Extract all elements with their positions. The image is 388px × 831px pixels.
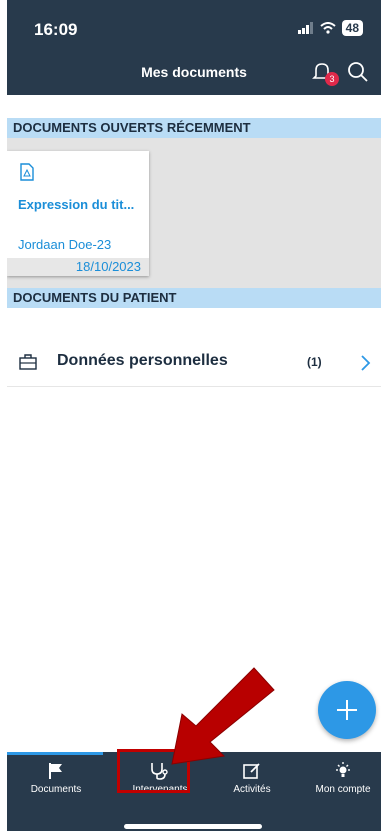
briefcase-icon (19, 354, 37, 370)
search-icon[interactable] (347, 61, 369, 83)
tab-label: Activités (233, 784, 271, 795)
document-name: Expression du tit... (18, 197, 135, 212)
wifi-icon (319, 22, 336, 34)
home-indicator (124, 824, 262, 829)
list-item-count: (1) (307, 355, 322, 369)
tab-mon-compte[interactable]: Mon compte (296, 762, 381, 802)
notification-badge: 3 (325, 72, 339, 86)
annotation-arrow (171, 667, 275, 765)
chevron-right-icon (361, 355, 371, 371)
signal-icon (297, 22, 313, 34)
pdf-icon (20, 163, 34, 181)
tab-documents[interactable]: Documents (9, 762, 103, 802)
recent-document-card[interactable]: Expression du tit... Jordaan Doe-23 18/1… (7, 151, 149, 276)
status-time: 16:09 (34, 20, 78, 39)
recent-documents-area: Expression du tit... Jordaan Doe-23 18/1… (7, 138, 381, 288)
list-item-donnees-personnelles[interactable]: Données personnelles (1) (7, 340, 381, 387)
lightbulb-icon (336, 762, 350, 777)
document-patient: Jordaan Doe-23 (18, 237, 112, 252)
tab-label: Documents (30, 784, 82, 795)
active-tab-indicator (7, 752, 103, 755)
recent-section-header: DOCUMENTS OUVERTS RÉCEMMENT (7, 118, 381, 138)
plus-icon (337, 700, 357, 720)
flag-icon (49, 763, 62, 779)
add-button[interactable] (318, 681, 376, 739)
document-date-bar: 18/10/2023 (7, 258, 149, 276)
battery-icon: 48 (341, 20, 363, 36)
tab-label: Mon compte (315, 784, 371, 795)
app-header: 16:09 48 Mes documents 3 (7, 0, 381, 95)
document-date: 18/10/2023 (75, 259, 141, 274)
status-icons: 48 (297, 20, 363, 36)
list-item-label: Données personnelles (57, 352, 228, 369)
patient-section-header: DOCUMENTS DU PATIENT (7, 288, 381, 308)
